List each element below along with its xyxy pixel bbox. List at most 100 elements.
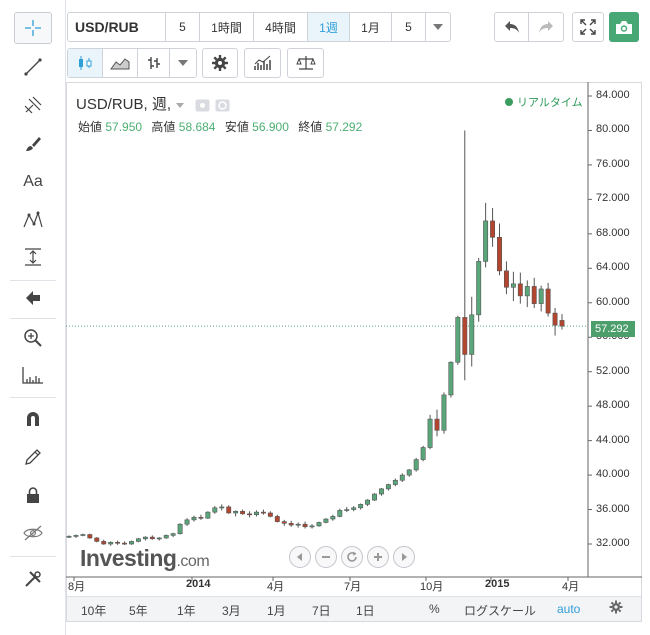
zoom-out-button[interactable] (315, 546, 337, 568)
candle-body (94, 537, 100, 542)
compare-button[interactable] (288, 49, 323, 77)
candle-body (219, 506, 225, 509)
interval-1h[interactable]: 1時間 (200, 13, 254, 41)
price-axis-label: 32.000 (596, 537, 630, 549)
scale-balance-icon (295, 56, 316, 70)
fullscreen-button[interactable] (573, 13, 603, 41)
range-1d[interactable]: 1日 (356, 602, 375, 619)
redo-icon (539, 21, 553, 33)
log-scale-toggle[interactable]: ログスケール (464, 602, 536, 619)
range-1y[interactable]: 1年 (177, 602, 196, 619)
area-type-button[interactable] (103, 49, 138, 77)
time-axis-label: 7月 (344, 581, 362, 593)
redo-button[interactable] (529, 13, 563, 41)
candle-body (497, 236, 502, 272)
candles-type-button[interactable] (68, 49, 103, 77)
candle-body (392, 479, 398, 485)
scroll-right-button[interactable] (393, 546, 415, 568)
magnet-button[interactable] (14, 403, 52, 435)
fullscreen-group (572, 12, 604, 42)
price-axis-label: 68.000 (596, 226, 630, 239)
reset-chart-button[interactable] (341, 546, 363, 568)
remove-drawings-button[interactable] (14, 282, 52, 314)
settings-tools-button[interactable] (14, 563, 52, 595)
zoom-in-button[interactable] (367, 546, 389, 568)
candle-body (191, 516, 197, 521)
axis-settings-button[interactable] (609, 600, 623, 617)
status-dot (505, 98, 513, 106)
interval-dropdown[interactable] (426, 13, 450, 41)
eye-icon[interactable] (195, 99, 210, 112)
crosshair-tool-button[interactable] (14, 12, 52, 44)
candle-body (351, 507, 357, 510)
range-7d[interactable]: 7日 (312, 602, 331, 619)
percent-scale-toggle[interactable]: % (429, 602, 440, 616)
symbol-selector[interactable]: USD/RUB (68, 13, 166, 41)
candle-body (462, 317, 468, 355)
interval-1m[interactable]: 1月 (350, 13, 392, 41)
price-axis-label: 40.000 (596, 468, 630, 481)
realtime-label: リアルタイム (517, 97, 583, 109)
range-bar: 10年 5年 1年 3月 1月 7日 1日 % ログスケール auto (67, 596, 641, 621)
hide-drawings-button[interactable] (14, 517, 52, 549)
candle-body (365, 499, 371, 505)
time-axis-label: 4月 (562, 581, 580, 593)
zoom-in-icon (24, 329, 42, 347)
interval-4h[interactable]: 4時間 (254, 13, 308, 41)
chart-type-group (67, 48, 197, 78)
chart-widget: { "toolbar": { "symbol": "USD/RUB", "int… (0, 0, 650, 635)
candle-body (226, 506, 232, 514)
open-label: 始値 (78, 120, 103, 134)
brush-tool-button[interactable] (14, 128, 52, 160)
scroll-left-button[interactable] (289, 546, 311, 568)
candle-body (441, 394, 447, 431)
interval-1w[interactable]: 1週 (308, 13, 350, 41)
drawing-toolbar: Aa (0, 0, 66, 635)
lock-drawings-button[interactable] (14, 479, 52, 511)
time-axis-label: 2015 (485, 578, 510, 590)
bars-type-button[interactable] (138, 49, 170, 77)
chart-type-dropdown[interactable] (170, 49, 196, 77)
gear-icon (212, 55, 228, 71)
measure-tool-button[interactable] (14, 241, 52, 273)
auto-scale-toggle[interactable]: auto (557, 602, 580, 616)
text-tool-button[interactable]: Aa (14, 166, 52, 198)
candle-body (517, 283, 523, 297)
candlestick-icon (79, 56, 92, 70)
toolbar-divider (10, 397, 56, 398)
undo-button[interactable] (495, 13, 530, 41)
candle-body (101, 541, 107, 545)
candle-body (420, 447, 426, 460)
price-plot[interactable] (66, 82, 642, 597)
price-axis-label: 64.000 (596, 261, 630, 274)
measure-ruler-button[interactable] (14, 359, 52, 391)
pitchfork-tool-button[interactable] (14, 89, 52, 121)
range-5y[interactable]: 5年 (129, 602, 148, 619)
zoom-tool-button[interactable] (14, 322, 52, 354)
candle-body (469, 314, 475, 355)
chart-settings-button[interactable] (203, 49, 237, 77)
candle-body (281, 521, 287, 524)
pitchfork-icon (24, 96, 42, 114)
undo-icon (504, 21, 519, 33)
toolbar-divider (10, 318, 56, 319)
range-10y[interactable]: 10年 (81, 602, 106, 619)
candle-body (177, 523, 183, 534)
indicators-button[interactable] (245, 49, 280, 77)
range-1m[interactable]: 1月 (267, 602, 286, 619)
chevron-down-icon[interactable] (175, 101, 185, 109)
candle-body (358, 504, 364, 509)
range-3m[interactable]: 3月 (222, 602, 241, 619)
drawing-mode-button[interactable] (14, 441, 52, 473)
pattern-tool-button[interactable] (14, 204, 52, 236)
screenshot-button[interactable] (609, 12, 639, 42)
candle-body (87, 534, 93, 539)
trend-line-tool-button[interactable] (14, 51, 52, 83)
interval-5min[interactable]: 5 (166, 13, 200, 41)
close-icon[interactable] (215, 99, 230, 112)
fullscreen-icon (580, 19, 596, 35)
time-axis-label: 4月 (267, 581, 285, 593)
candle-body (559, 320, 565, 327)
brush-icon (26, 137, 41, 151)
interval-custom[interactable]: 5 (392, 13, 426, 41)
